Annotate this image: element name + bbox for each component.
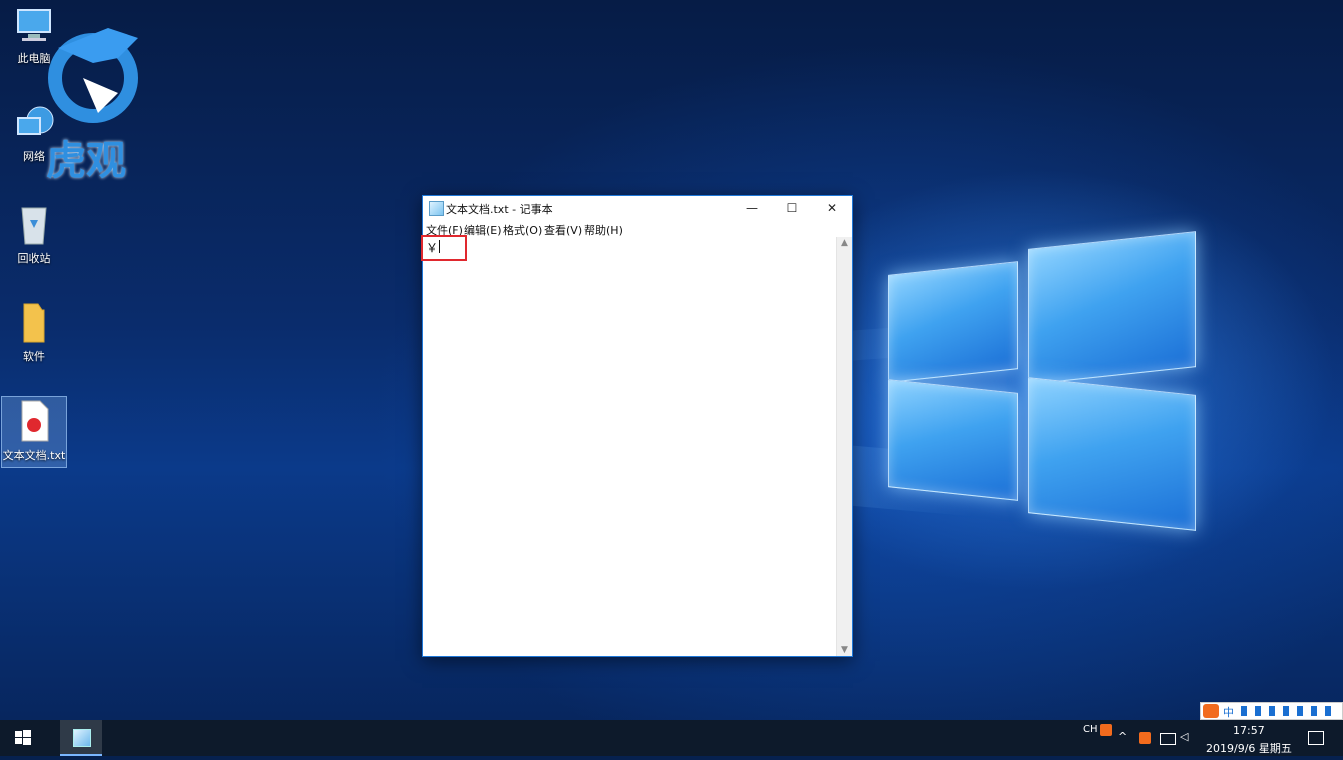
windows-logo-pane <box>888 261 1018 383</box>
scroll-down-icon[interactable]: ▼ <box>837 645 852 655</box>
desktop-icon-text-document[interactable]: 文本文档.txt <box>1 396 67 468</box>
menu-edit[interactable]: 编辑(E) <box>464 222 502 238</box>
notepad-taskbar-icon <box>73 729 91 747</box>
windows-logo-pane <box>1028 377 1196 531</box>
taskbar-notepad-button[interactable] <box>60 720 102 756</box>
app-tray-icon[interactable] <box>1139 732 1151 744</box>
minimize-button[interactable]: — <box>732 196 772 220</box>
desktop-icon-network[interactable]: 网络 <box>2 104 66 164</box>
title-bar[interactable]: 文本文档.txt - 记事本 — ☐ ✕ <box>423 196 852 220</box>
start-button[interactable] <box>0 720 46 756</box>
notepad-window[interactable]: 文本文档.txt - 记事本 — ☐ ✕ 文件(F) 编辑(E) 格式(O) 查… <box>421 195 853 657</box>
ime-toolbar[interactable]: 中 <box>1200 702 1343 720</box>
text-file-icon <box>21 400 49 442</box>
menu-help[interactable]: 帮助(H) <box>584 222 623 238</box>
desktop-background: 虎观 此电脑 网络 回收站 软件 文本文档.txt 文本文档.txt - 记事本… <box>0 0 1343 720</box>
computer-icon <box>17 9 51 41</box>
windows-logo-pane <box>1028 231 1196 385</box>
language-indicator[interactable]: CH <box>1083 724 1098 735</box>
volume-icon[interactable]: ◁ <box>1180 730 1188 743</box>
desktop-icon-label: 网络 <box>23 150 45 163</box>
close-button[interactable]: ✕ <box>812 196 852 220</box>
menu-format[interactable]: 格式(O) <box>503 222 542 238</box>
desktop-icon-this-pc[interactable]: 此电脑 <box>2 6 66 66</box>
text-editor[interactable]: ￥ <box>421 235 837 656</box>
desktop-icon-software-folder[interactable]: 软件 <box>2 300 66 364</box>
menu-bar: 文件(F) 编辑(E) 格式(O) 查看(V) 帮助(H) <box>423 220 852 237</box>
desktop-icon-label: 此电脑 <box>17 52 51 65</box>
desktop-icon-label: 回收站 <box>17 252 51 265</box>
action-center-icon[interactable] <box>1308 731 1324 745</box>
network-icon <box>17 106 54 135</box>
network-tray-icon[interactable] <box>1160 733 1176 745</box>
ime-tool-icons[interactable] <box>1241 706 1336 716</box>
sogou-tray-icon[interactable] <box>1100 724 1112 736</box>
show-hidden-icons-icon[interactable]: ^ <box>1118 730 1127 743</box>
highlight-box <box>421 235 467 261</box>
clock-time[interactable]: 17:57 <box>1233 724 1265 737</box>
taskbar: CH ^ ◁ 17:57 2019/9/6 星期五 <box>0 720 1343 756</box>
notepad-icon <box>429 201 444 216</box>
recycle-bin-icon <box>21 207 47 245</box>
windows-logo-pane <box>888 379 1018 501</box>
sogou-icon <box>1203 704 1219 718</box>
desktop-icon-label: 软件 <box>23 350 45 363</box>
scroll-up-icon[interactable]: ▲ <box>837 238 852 248</box>
clock-date[interactable]: 2019/9/6 星期五 <box>1206 740 1292 756</box>
window-title: 文本文档.txt - 记事本 <box>446 203 553 216</box>
menu-view[interactable]: 查看(V) <box>544 222 582 238</box>
vertical-scrollbar[interactable]: ▲ ▼ <box>836 237 852 656</box>
folder-icon <box>23 303 45 343</box>
ime-mode[interactable]: 中 <box>1223 704 1234 720</box>
windows-start-icon <box>15 730 31 745</box>
desktop-icon-label: 文本文档.txt <box>2 449 66 462</box>
desktop-icon-recycle-bin[interactable]: 回收站 <box>2 202 66 266</box>
maximize-button[interactable]: ☐ <box>772 196 812 220</box>
